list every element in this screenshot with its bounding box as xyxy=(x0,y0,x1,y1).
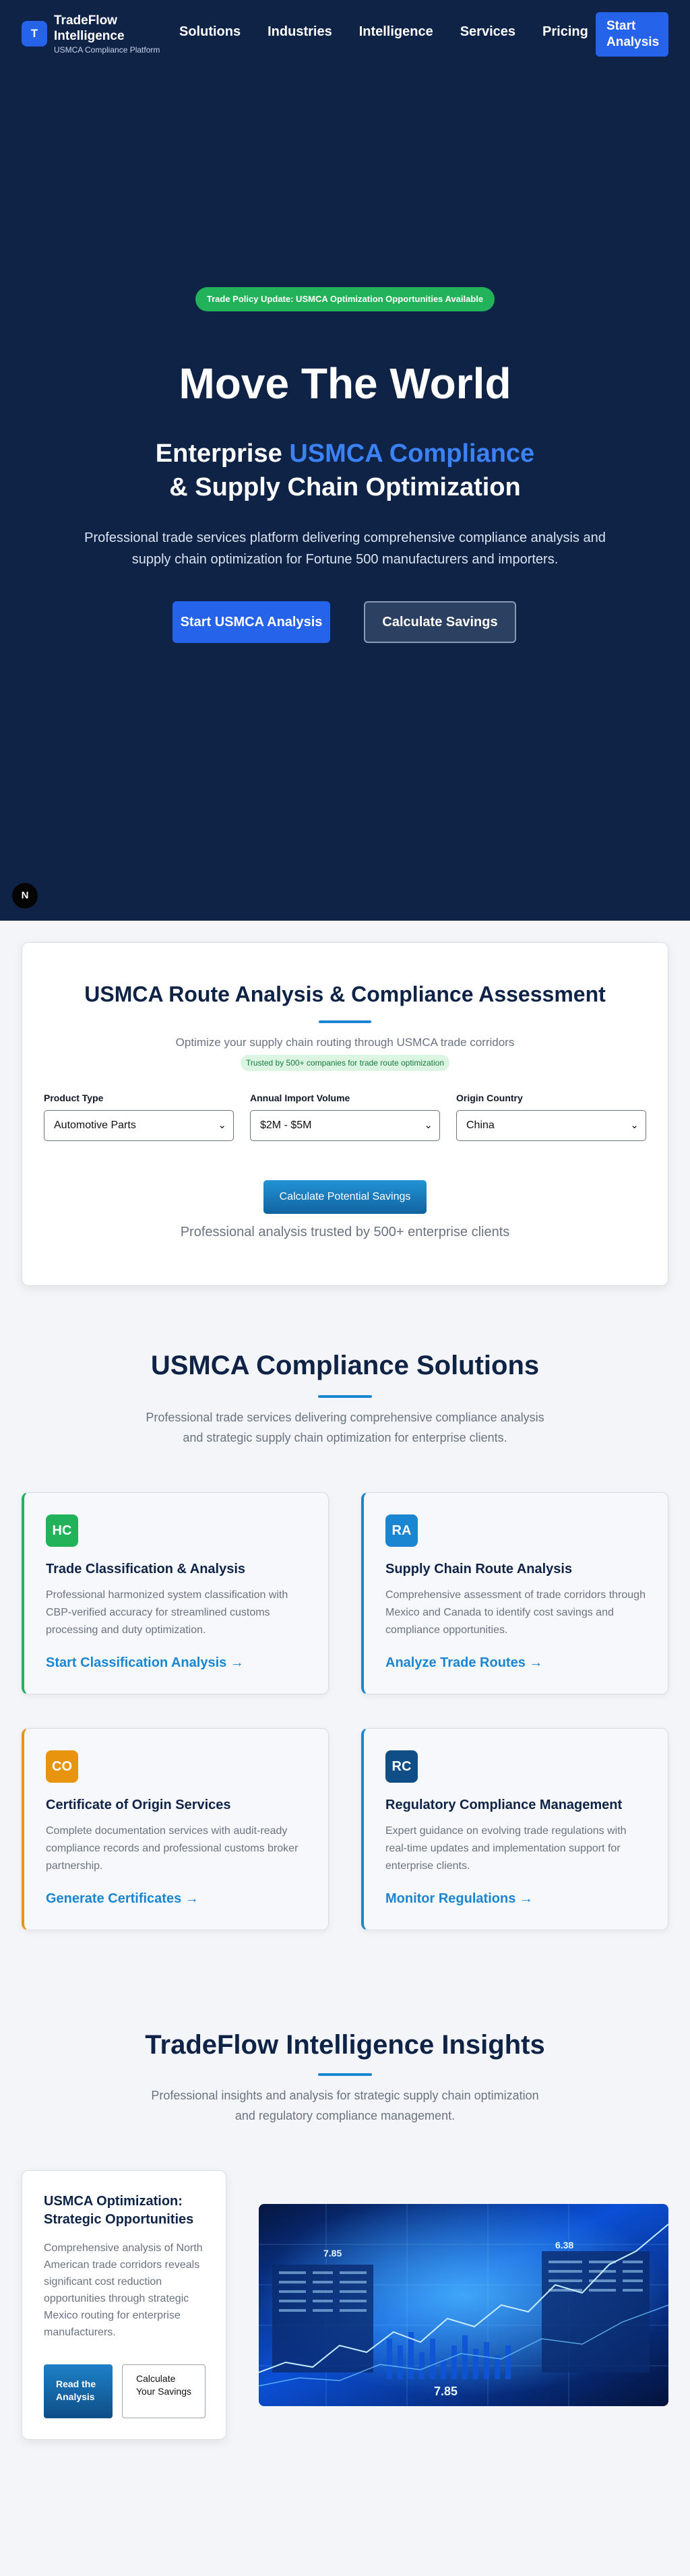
solution-card-certificates: CO Certificate of Origin Services Comple… xyxy=(22,1728,329,1930)
solution-description: Expert guidance on evolving trade regula… xyxy=(385,1825,627,1872)
trusted-badge: Trusted by 500+ companies for trade rout… xyxy=(241,1055,449,1071)
hero-title: Move The World xyxy=(179,359,511,408)
hero-section: Trade Policy Update: USMCA Optimization … xyxy=(0,67,690,921)
import-volume-field: Annual Import Volume $2M - $5M ⌄ xyxy=(250,1093,440,1141)
chart-value-label: 6.38 xyxy=(555,2240,573,2250)
regulatory-icon: RC xyxy=(385,1750,418,1783)
chevron-down-icon: ⌄ xyxy=(424,1120,433,1131)
hero-description: Professional trade services platform del… xyxy=(84,530,606,567)
solution-title: Supply Chain Route Analysis xyxy=(385,1562,573,1576)
solutions-description: Professional trade services delivering c… xyxy=(146,1411,544,1444)
chart-value-label: 7.85 xyxy=(434,2385,458,2398)
generate-certificates-link[interactable]: Generate Certificates → xyxy=(46,1891,199,1907)
route-analysis-title: USMCA Route Analysis & Compliance Assess… xyxy=(84,982,606,1006)
article-title: USMCA Optimization: Strategic Opportunit… xyxy=(44,2194,194,2227)
insights-title: TradeFlow Intelligence Insights xyxy=(145,2030,545,2060)
brand[interactable]: TradeFlow Intelligence USMCA Compliance … xyxy=(54,13,160,55)
brand-name: TradeFlow Intelligence xyxy=(54,13,125,43)
solution-card-classification: HC Trade Classification & Analysis Profe… xyxy=(22,1492,329,1694)
solution-description: Comprehensive assessment of trade corrid… xyxy=(385,1589,646,1636)
title-divider xyxy=(319,1020,371,1023)
hero-subtitle: Enterprise USMCA Compliance & Supply Cha… xyxy=(0,437,690,504)
nav-link-services[interactable]: Services xyxy=(460,24,515,40)
certificate-icon: CO xyxy=(46,1750,78,1783)
solution-title: Regulatory Compliance Management xyxy=(385,1798,623,1812)
import-volume-value: $2M - $5M xyxy=(260,1120,312,1131)
insights-divider xyxy=(318,2073,372,2076)
insight-article-card: USMCA Optimization: Strategic Opportunit… xyxy=(22,2170,226,2440)
logo-icon[interactable]: T xyxy=(22,21,47,47)
start-usmca-analysis-button[interactable]: Start USMCA Analysis xyxy=(172,601,330,643)
solution-description: Complete documentation services with aud… xyxy=(46,1825,299,1872)
route-analysis-icon: RA xyxy=(385,1514,418,1547)
route-analysis-footer: Professional analysis trusted by 500+ en… xyxy=(180,1225,510,1239)
origin-country-field: Origin Country China ⌄ xyxy=(456,1093,646,1141)
nav-link-solutions[interactable]: Solutions xyxy=(179,24,241,40)
stock-chart-illustration: 7.85 6.38 7.85 xyxy=(259,2204,668,2406)
origin-country-select[interactable]: China ⌄ xyxy=(456,1110,646,1141)
product-type-field: Product Type Automotive Parts ⌄ xyxy=(44,1093,234,1141)
product-type-select[interactable]: Automotive Parts ⌄ xyxy=(44,1110,234,1141)
chart-value-label: 7.85 xyxy=(323,2248,342,2259)
calculate-savings-button[interactable]: Calculate Savings xyxy=(364,601,516,643)
hero-subtitle-prefix: Enterprise xyxy=(155,439,290,468)
analyze-trade-routes-link[interactable]: Analyze Trade Routes → xyxy=(385,1655,542,1671)
hero-subtitle-accent: USMCA Compliance xyxy=(289,439,535,468)
product-type-value: Automotive Parts xyxy=(54,1120,136,1131)
brand-tagline: USMCA Compliance Platform xyxy=(54,45,160,55)
chevron-down-icon: ⌄ xyxy=(630,1120,639,1131)
hero-subtitle-line2: & Supply Chain Optimization xyxy=(169,473,521,501)
solutions-divider xyxy=(318,1395,372,1398)
policy-update-badge: Trade Policy Update: USMCA Optimization … xyxy=(195,287,495,311)
calculate-your-savings-button[interactable]: Calculate Your Savings xyxy=(122,2364,206,2418)
chevron-down-icon: ⌄ xyxy=(218,1120,226,1131)
stock-market-image: 7.85 6.38 7.85 xyxy=(259,2204,668,2406)
calculate-potential-savings-button[interactable]: Calculate Potential Savings xyxy=(263,1180,427,1214)
nav-link-pricing[interactable]: Pricing xyxy=(542,24,588,40)
nav-links: Solutions Industries Intelligence Servic… xyxy=(179,24,615,40)
monitor-regulations-link[interactable]: Monitor Regulations → xyxy=(385,1891,533,1907)
nav-link-intelligence[interactable]: Intelligence xyxy=(359,24,433,40)
top-navbar: T TradeFlow Intelligence USMCA Complianc… xyxy=(0,0,690,67)
nav-link-industries[interactable]: Industries xyxy=(268,24,332,40)
product-type-label: Product Type xyxy=(44,1093,104,1103)
origin-country-value: China xyxy=(466,1120,495,1131)
solutions-title: USMCA Compliance Solutions xyxy=(150,1351,540,1380)
route-analysis-subtitle: Optimize your supply chain routing throu… xyxy=(175,1036,515,1049)
solution-card-regulatory: RC Regulatory Compliance Management Expe… xyxy=(361,1728,668,1930)
insights-description: Professional insights and analysis for s… xyxy=(151,2089,539,2122)
start-classification-link[interactable]: Start Classification Analysis → xyxy=(46,1655,244,1671)
classification-icon: HC xyxy=(46,1514,78,1547)
solution-card-route: RA Supply Chain Route Analysis Comprehen… xyxy=(361,1492,668,1694)
solution-title: Trade Classification & Analysis xyxy=(46,1562,246,1576)
route-analysis-card: USMCA Route Analysis & Compliance Assess… xyxy=(22,942,668,1286)
import-volume-label: Annual Import Volume xyxy=(250,1093,350,1103)
read-analysis-button[interactable]: Read the Analysis xyxy=(44,2364,113,2418)
start-analysis-button[interactable]: Start Analysis xyxy=(596,12,668,57)
solution-title: Certificate of Origin Services xyxy=(46,1798,231,1812)
article-description: Comprehensive analysis of North American… xyxy=(44,2242,203,2338)
solution-description: Professional harmonized system classific… xyxy=(46,1589,288,1636)
n-logo-icon[interactable]: N xyxy=(12,883,38,909)
import-volume-select[interactable]: $2M - $5M ⌄ xyxy=(250,1110,440,1141)
origin-country-label: Origin Country xyxy=(456,1093,523,1103)
